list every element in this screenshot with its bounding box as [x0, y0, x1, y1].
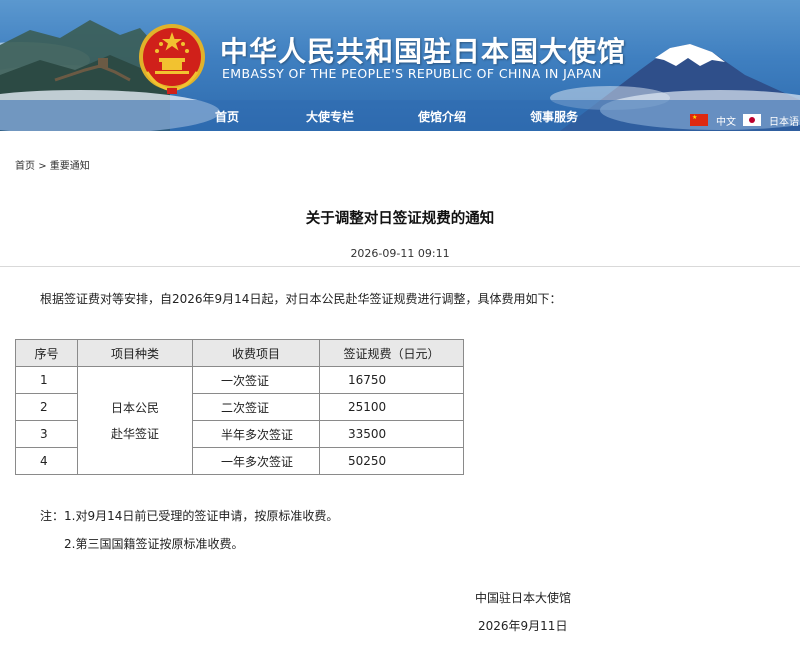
national-emblem-icon — [139, 24, 205, 94]
row-fee: 50250 — [319, 447, 464, 475]
col-header-no: 序号 — [15, 339, 78, 367]
lang-chinese[interactable]: ★ 中文 — [690, 113, 736, 128]
note-2: 2.第三国国籍签证按原标准收费。 — [64, 537, 244, 551]
breadcrumb-separator: > — [38, 161, 47, 172]
breadcrumb-current[interactable]: 重要通知 — [50, 161, 90, 172]
row-item: 一次签证 — [192, 366, 320, 394]
intro-paragraph: 根据签证费对等安排，自2026年9月14日起，对日本公民赴华签证规费进行调整，具… — [40, 292, 562, 306]
signature: 中国驻日本大使馆 — [475, 591, 572, 605]
category-line1: 日本公民 — [110, 400, 159, 415]
row-fee: 25100 — [319, 393, 464, 421]
lang-japanese-label: 日本语 — [769, 116, 799, 128]
site-title-cn: 中华人民共和国驻日本国大使馆 — [220, 35, 627, 68]
lang-chinese-label: 中文 — [716, 116, 736, 128]
row-no: 2 — [15, 393, 78, 421]
row-fee: 33500 — [319, 420, 464, 448]
signature-date: 2026年9月11日 — [478, 619, 568, 633]
col-header-category: 项目种类 — [77, 339, 193, 367]
site-banner: 中华人民共和国驻日本国大使馆 EMBASSY OF THE PEOPLE'S R… — [0, 0, 800, 131]
row-no: 1 — [15, 366, 78, 394]
lang-japanese[interactable]: 日本语 — [743, 113, 799, 128]
table-header-row: 序号 项目种类 收费项目 签证规费（日元） — [15, 339, 464, 367]
breadcrumb-home[interactable]: 首页 — [15, 161, 35, 172]
row-item: 半年多次签证 — [192, 420, 320, 448]
col-header-item: 收费项目 — [192, 339, 320, 367]
row-item: 一年多次签证 — [192, 447, 320, 475]
visa-category-cell: 日本公民 赴华签证 — [77, 366, 193, 475]
nav-consular-service[interactable]: 领事服务 — [530, 108, 578, 125]
visa-fee-table: 序号 项目种类 收费项目 签证规费（日元） 1 日本公民 赴华签证 一次签证 1… — [15, 339, 464, 475]
title-divider — [0, 266, 800, 267]
site-title-en: EMBASSY OF THE PEOPLE'S REPUBLIC OF CHIN… — [222, 66, 602, 81]
publish-date: 2026-09-11 09:11 — [350, 247, 450, 260]
row-fee: 16750 — [319, 366, 464, 394]
note-1: 注：1.对9月14日前已受理的签证申请，按原标准收费。 — [40, 509, 339, 523]
china-flag-icon: ★ — [690, 114, 708, 126]
page-title: 关于调整对日签证规费的通知 — [305, 211, 495, 227]
table-row: 1 日本公民 赴华签证 一次签证 16750 — [15, 366, 464, 475]
nav-home[interactable]: 首页 — [215, 108, 239, 125]
row-no: 4 — [15, 447, 78, 475]
nav-ambassador-column[interactable]: 大使专栏 — [306, 108, 354, 125]
nav-embassy-intro[interactable]: 使馆介绍 — [418, 108, 466, 125]
category-line2: 赴华签证 — [110, 426, 159, 441]
row-no: 3 — [15, 420, 78, 448]
row-item: 二次签证 — [192, 393, 320, 421]
col-header-fee: 签证规费（日元） — [319, 339, 464, 367]
breadcrumb: 首页 > 重要通知 — [15, 157, 90, 172]
japan-flag-icon — [743, 114, 761, 126]
